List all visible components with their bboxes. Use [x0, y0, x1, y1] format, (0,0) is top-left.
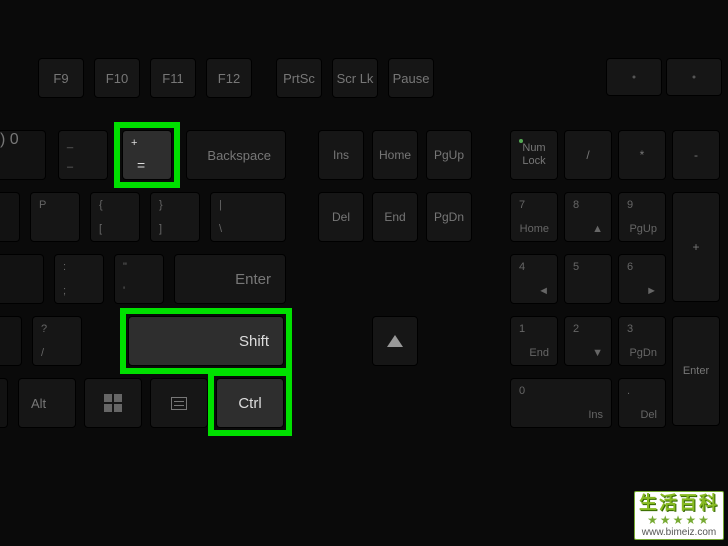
key-edge-r5 [0, 378, 8, 428]
key-numpad-div: / [564, 130, 612, 180]
key-o-edge [0, 192, 20, 242]
key-numpad-7: 7Home [510, 192, 558, 242]
windows-logo-icon [104, 394, 122, 412]
key-pgdn: PgDn [426, 192, 472, 242]
key-lbracket: {[ [90, 192, 140, 242]
key-end: End [372, 192, 418, 242]
key-backslash: |\ [210, 192, 286, 242]
key-numpad-5: 5 [564, 254, 612, 304]
key-enter: Enter [174, 254, 286, 304]
menu-icon [171, 397, 187, 410]
key-l-edge [0, 254, 44, 304]
key-numpad-2: 2▼ [564, 316, 612, 366]
key-f10: F10 [94, 58, 140, 98]
key-numpad-dot: .Del [618, 378, 666, 428]
key-f9: F9 [38, 58, 84, 98]
key-dot-edge [0, 316, 22, 366]
key-alt: Alt [18, 378, 76, 428]
key-prtsc: PrtSc [276, 58, 322, 98]
blank-key-2 [666, 58, 722, 96]
key-plus-equals: + = [122, 130, 172, 180]
key-pause: Pause [388, 58, 434, 98]
key-numpad-6: 6► [618, 254, 666, 304]
key-numpad-3: 3PgDn [618, 316, 666, 366]
key-del: Del [318, 192, 364, 242]
key-menu [150, 378, 208, 428]
arrow-up-icon [387, 335, 403, 347]
key-numlock: Num Lock [510, 130, 558, 180]
key-home: Home [372, 130, 418, 180]
key-quote: "' [114, 254, 164, 304]
key-ctrl: Ctrl [216, 378, 284, 428]
key-backspace: Backspace [186, 130, 286, 180]
key-ins: Ins [318, 130, 364, 180]
key-semicolon: :; [54, 254, 104, 304]
key-numpad-sub: - [672, 130, 720, 180]
key-f11: F11 [150, 58, 196, 98]
key-minus: _ – [58, 130, 108, 180]
key-numpad-9: 9PgUp [618, 192, 666, 242]
key-numpad-4: 4◄ [510, 254, 558, 304]
key-numpad-plus: + [672, 192, 720, 302]
blank-key-1 [606, 58, 662, 96]
watermark-url: www.bimeiz.com [639, 527, 719, 538]
watermark-title: 生活百科 [639, 494, 719, 514]
key-pgup: PgUp [426, 130, 472, 180]
watermark: 生活百科 ★★★★★ www.bimeiz.com [634, 491, 724, 540]
key-rbracket: }] [150, 192, 200, 242]
key-arrow-up [372, 316, 418, 366]
key-numpad-8: 8▲ [564, 192, 612, 242]
watermark-stars: ★★★★★ [639, 514, 719, 527]
key-p: P [30, 192, 80, 242]
key-numpad-0: 0Ins [510, 378, 612, 428]
key-scrlk: Scr Lk [332, 58, 378, 98]
key-numpad-1: 1End [510, 316, 558, 366]
key-win [84, 378, 142, 428]
key-numpad-mul: * [618, 130, 666, 180]
key-shift: Shift [128, 316, 284, 366]
key-f12: F12 [206, 58, 252, 98]
key-0: ) 0 [0, 130, 46, 180]
key-numpad-enter: Enter [672, 316, 720, 426]
keyboard-illustration: F9 F10 F11 F12 PrtSc Scr Lk Pause ) 0 _ … [0, 0, 728, 546]
key-slash: ?/ [32, 316, 82, 366]
